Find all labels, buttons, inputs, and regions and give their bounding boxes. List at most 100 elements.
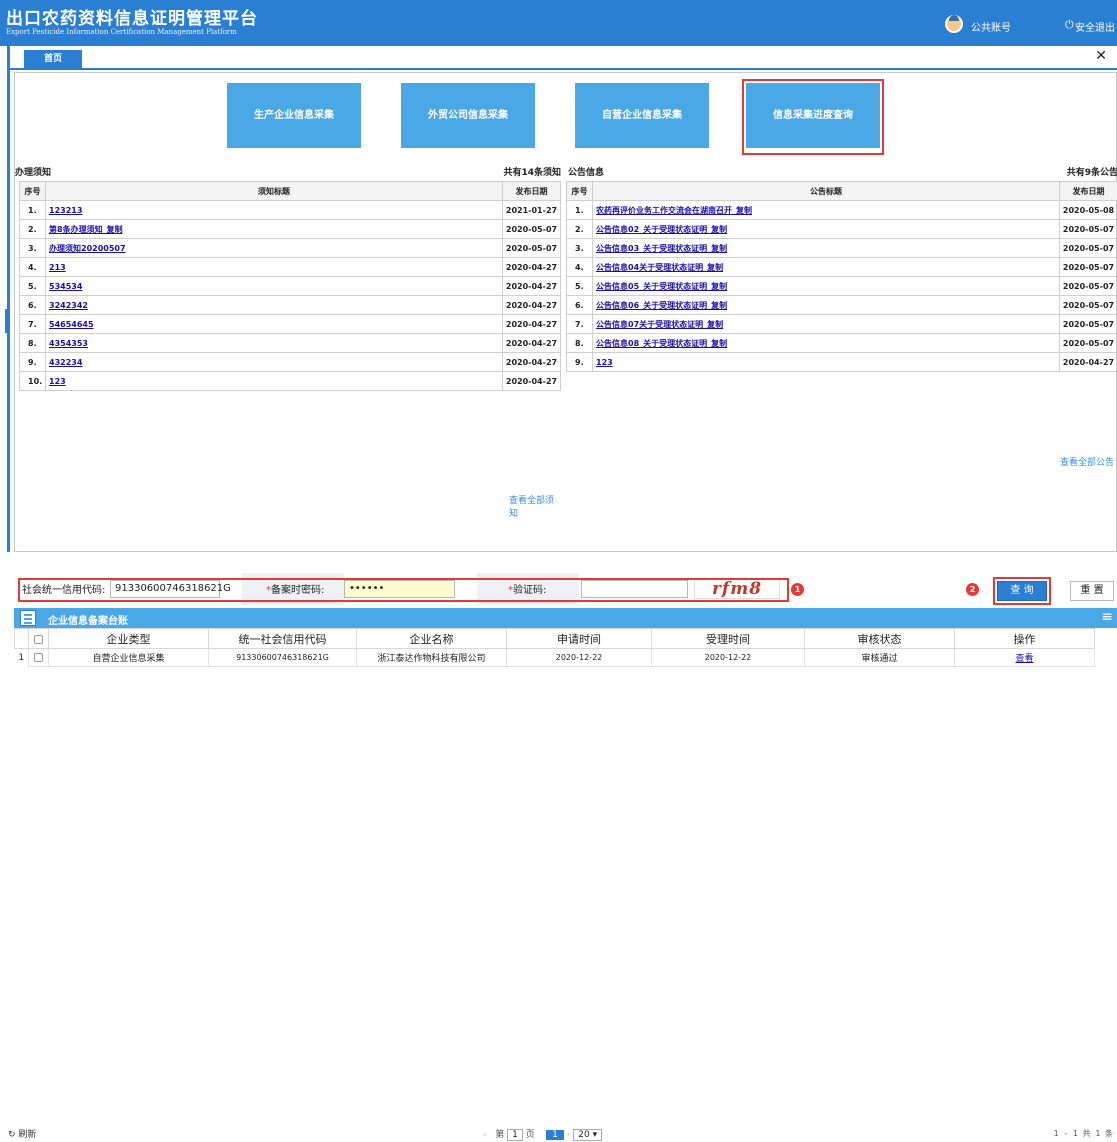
reset-button[interactable]: 重 置 (1070, 581, 1114, 601)
row-index: 6. (19, 295, 46, 315)
cell-type: 自营企业信息采集 (48, 648, 209, 667)
logout-icon[interactable]: ⏻ (1065, 18, 1074, 32)
tab-home[interactable]: 首页 (24, 50, 82, 68)
list-item[interactable]: 4. 213 2020-04-27 (19, 257, 561, 277)
ledger-table: 企业类型 统一社会信用代码 企业名称 申请时间 受理时间 审核状态 操作 1 自… (14, 628, 1095, 667)
refresh-label[interactable]: 刷新 (18, 1130, 36, 1140)
col-rownum (14, 628, 29, 649)
page-number-input[interactable]: 1 (507, 1129, 523, 1141)
list-item[interactable]: 7. 54654645 2020-04-27 (19, 314, 561, 334)
list-item[interactable]: 1. 123213 2021-01-27 (19, 200, 561, 220)
view-link[interactable]: 查看 (1015, 654, 1033, 664)
list-item[interactable]: 3. 公告信息03_关于受理状态证明_复制 2020-05-07 (566, 238, 1117, 258)
row-title-link[interactable]: 432234 (46, 358, 82, 367)
row-index: 9. (19, 352, 46, 372)
cell-company-name: 浙江泰达作物科技有限公司 (356, 648, 507, 667)
view-all-notices-link[interactable]: 查看全部须知 (509, 493, 561, 519)
list-item[interactable]: 2. 公告信息02_关于受理状态证明_复制 2020-05-07 (566, 219, 1117, 239)
row-date: 2020-04-27 (502, 352, 561, 372)
row-date: 2020-04-27 (502, 257, 561, 277)
row-title-link[interactable]: 3242342 (46, 301, 88, 310)
row-date: 2020-05-07 (1059, 333, 1117, 353)
row-title-link[interactable]: 公告信息04关于受理状态证明_复制 (593, 263, 723, 272)
row-title-link[interactable]: 123 (593, 358, 613, 367)
sidebar-rail (0, 46, 10, 552)
row-title-link[interactable]: 公告信息05_关于受理状态证明_复制 (593, 282, 727, 291)
row-index: 8. (19, 333, 46, 353)
prev-page-icon[interactable]: ‹ (483, 1130, 487, 1140)
row-title-cell: 54654645 (45, 314, 503, 334)
row-title-link[interactable]: 54654645 (46, 320, 94, 329)
list-item[interactable]: 7. 公告信息07关于受理状态证明_复制 2020-05-07 (566, 314, 1117, 334)
select-all-checkbox[interactable] (34, 634, 43, 644)
list-item[interactable]: 5. 534534 2020-04-27 (19, 276, 561, 296)
list-item[interactable]: 3. 办理须知20200507 2020-05-07 (19, 238, 561, 258)
step-badge-2: 2 (966, 583, 979, 596)
user-avatar-icon[interactable] (945, 15, 963, 33)
list-item[interactable]: 9. 123 2020-04-27 (566, 352, 1117, 372)
row-title-link[interactable]: 公告信息03_关于受理状态证明_复制 (593, 244, 727, 253)
logout-link[interactable]: 安全退出 (1075, 19, 1115, 34)
row-title-link[interactable]: 第8条办理须知_复制 (46, 225, 123, 234)
table-row[interactable]: 1 自营企业信息采集 91330600746318621G 浙江泰达作物科技有限… (15, 648, 1095, 667)
step-badge-1: 1 (791, 583, 804, 596)
list-item[interactable]: 8. 公告信息08_关于受理状态证明_复制 2020-05-07 (566, 333, 1117, 353)
row-date: 2021-01-27 (502, 200, 561, 220)
list-item[interactable]: 10. 123 2020-04-27 (19, 371, 561, 391)
col-apply-time: 申请时间 (506, 628, 652, 649)
row-date: 2020-05-07 (1059, 276, 1117, 296)
refresh-icon[interactable]: ↻ (8, 1130, 16, 1140)
view-all-announcements-link[interactable]: 查看全部公告 (1060, 455, 1114, 468)
row-index: 3. (19, 238, 46, 258)
page-size-select[interactable]: 20 ▾ (573, 1129, 603, 1141)
row-title-cell: 公告信息06_关于受理状态证明_复制 (592, 295, 1060, 315)
pager: ‹ 第 1 页 1 › 20 ▾ (483, 1127, 603, 1141)
row-title-link[interactable]: 213 (46, 263, 66, 272)
close-icon[interactable]: ✕ (1095, 48, 1107, 64)
row-title-link[interactable]: 公告信息07关于受理状态证明_复制 (593, 320, 723, 329)
row-index: 10. (19, 371, 46, 391)
list-item[interactable]: 2. 第8条办理须知_复制 2020-05-07 (19, 219, 561, 239)
row-date: 2020-05-08 (1059, 200, 1117, 220)
row-title-link[interactable]: 534534 (46, 282, 82, 291)
record-summary: 1 - 1 共 1 条 (1053, 1129, 1113, 1138)
announce-count: 共有9条公告 (1066, 168, 1117, 178)
row-date: 2020-04-27 (502, 295, 561, 315)
row-title-link[interactable]: 4354353 (46, 339, 88, 348)
row-title-link[interactable]: 123 (46, 377, 66, 386)
current-page-button[interactable]: 1 (546, 1130, 564, 1140)
list-item[interactable]: 1. 农药再评价业务工作交流会在湖南召开_复制 2020-05-08 (566, 200, 1117, 220)
list-item[interactable]: 6. 3242342 2020-04-27 (19, 295, 561, 315)
col-index: 序号 (19, 181, 46, 201)
row-title-cell: 123 (45, 371, 503, 391)
row-title-link[interactable]: 公告信息06_关于受理状态证明_复制 (593, 301, 727, 310)
row-title-link[interactable]: 公告信息08_关于受理状态证明_复制 (593, 339, 727, 348)
menu-icon[interactable]: ≡ (1101, 609, 1113, 625)
list-item[interactable]: 9. 432234 2020-04-27 (19, 352, 561, 372)
next-page-icon[interactable]: › (567, 1130, 571, 1140)
row-index: 7. (19, 314, 46, 334)
row-index: 4. (566, 257, 593, 277)
row-title-link[interactable]: 123213 (46, 206, 82, 215)
col-title: 公告标题 (592, 181, 1060, 201)
list-item[interactable]: 6. 公告信息06_关于受理状态证明_复制 2020-05-07 (566, 295, 1117, 315)
tile-trade-company[interactable]: 外贸公司信息采集 (401, 83, 535, 148)
refresh-control[interactable]: ↻ 刷新 (8, 1127, 36, 1140)
tile-self-operated[interactable]: 自营企业信息采集 (575, 83, 709, 148)
sidebar-toggle-handle[interactable] (5, 309, 10, 333)
row-date: 2020-05-07 (1059, 219, 1117, 239)
row-index: 2. (19, 219, 46, 239)
row-title-link[interactable]: 农药再评价业务工作交流会在湖南召开_复制 (593, 206, 752, 215)
row-title-link[interactable]: 办理须知20200507 (46, 244, 126, 253)
list-item[interactable]: 5. 公告信息05_关于受理状态证明_复制 2020-05-07 (566, 276, 1117, 296)
row-checkbox-cell[interactable] (28, 648, 49, 667)
list-item[interactable]: 8. 4354353 2020-04-27 (19, 333, 561, 353)
col-select-all[interactable] (28, 628, 49, 649)
row-checkbox[interactable] (34, 652, 43, 662)
col-date: 发布日期 (502, 181, 561, 201)
list-item[interactable]: 4. 公告信息04关于受理状态证明_复制 2020-05-07 (566, 257, 1117, 277)
row-title-link[interactable]: 公告信息02_关于受理状态证明_复制 (593, 225, 727, 234)
cell-accept-time: 2020-12-22 (651, 648, 805, 667)
tile-production-enterprise[interactable]: 生产企业信息采集 (227, 83, 361, 148)
user-account-label[interactable]: 公共账号 (971, 19, 1011, 34)
